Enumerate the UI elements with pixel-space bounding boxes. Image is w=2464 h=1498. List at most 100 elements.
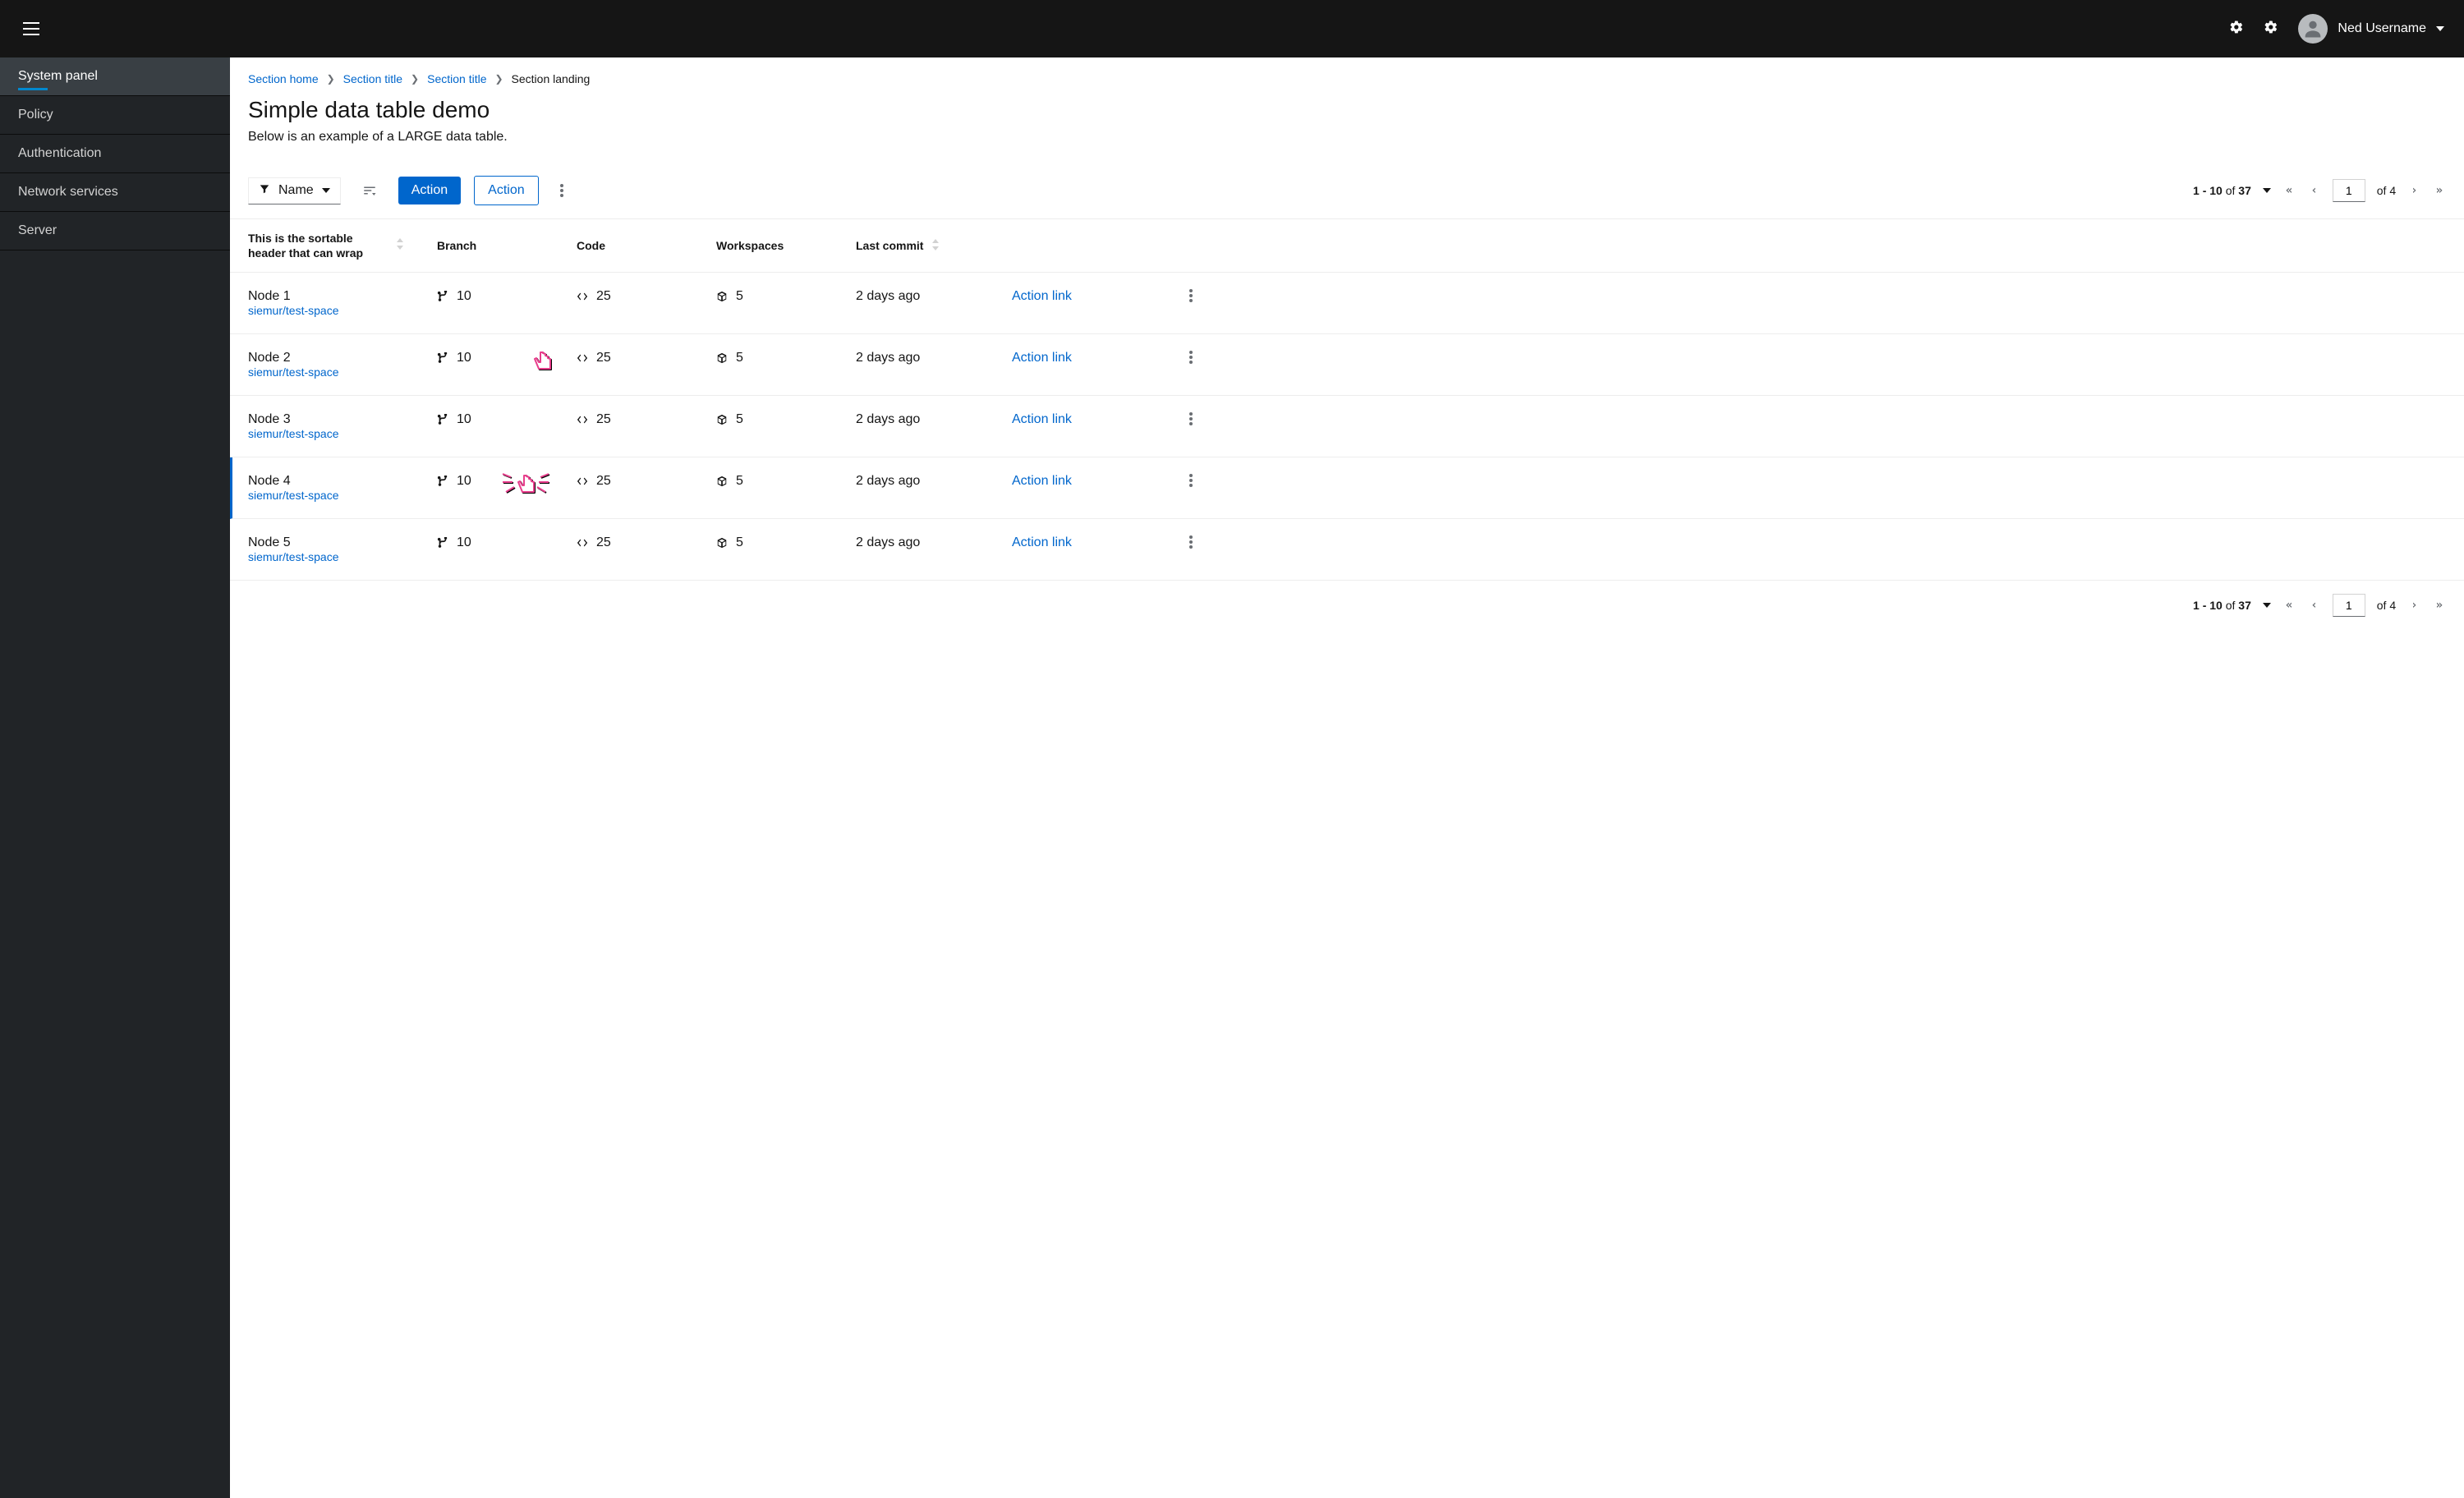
next-page-button[interactable]: › [2407, 597, 2420, 613]
caret-down-icon [322, 188, 330, 193]
sidebar-item-server[interactable]: Server [0, 212, 230, 250]
page-number-input[interactable] [2333, 594, 2365, 617]
breadcrumb-current: Section landing [512, 72, 591, 85]
cube-icon [716, 352, 728, 364]
column-header-workspaces[interactable]: Workspaces [716, 239, 856, 252]
column-header-code[interactable]: Code [577, 239, 716, 252]
pagination-range: 1 - 10 of 37 [2193, 184, 2251, 197]
page-title: Simple data table demo [248, 97, 2446, 123]
branch-cell: 10 [437, 412, 577, 427]
table-header-row: This is the sortable header that can wra… [230, 219, 2464, 273]
pagination-range: 1 - 10 of 37 [2193, 599, 2251, 612]
code-cell: 25 [577, 289, 716, 304]
table-row[interactable]: Node 1 siemur/test-space 10 25 5 2 days … [230, 273, 2464, 334]
table-row[interactable]: Node 5 siemur/test-space 10 25 5 2 days … [230, 519, 2464, 581]
filter-dropdown[interactable]: Name [248, 177, 341, 204]
code-cell: 25 [577, 474, 716, 489]
row-overflow-menu[interactable] [1152, 535, 1193, 549]
last-commit-cell: 2 days ago [856, 412, 1012, 427]
row-action-link[interactable]: Action link [1012, 412, 1072, 427]
avatar-icon [2298, 14, 2328, 44]
last-page-button[interactable]: » [2433, 597, 2446, 613]
node-repo-link[interactable]: siemur/test-space [248, 304, 437, 317]
settings-icon-2[interactable] [2264, 20, 2278, 39]
node-repo-link[interactable]: siemur/test-space [248, 489, 437, 502]
row-overflow-menu[interactable] [1152, 474, 1193, 487]
table-row[interactable]: Node 2 siemur/test-space 10 25 5 2 days … [230, 334, 2464, 396]
last-commit-cell: 2 days ago [856, 535, 1012, 550]
workspaces-cell: 5 [716, 474, 856, 489]
column-header-branch[interactable]: Branch [437, 239, 577, 252]
items-per-page-dropdown[interactable] [2263, 188, 2271, 193]
page-total-label: of 4 [2377, 184, 2396, 197]
branch-icon [437, 537, 448, 549]
last-commit-cell: 2 days ago [856, 289, 1012, 304]
workspaces-cell: 5 [716, 535, 856, 550]
next-page-button[interactable]: › [2407, 182, 2420, 199]
row-action-link[interactable]: Action link [1012, 351, 1072, 365]
node-name: Node 5 [248, 535, 437, 550]
code-icon [577, 291, 588, 302]
sidebar-item-policy[interactable]: Policy [0, 96, 230, 135]
node-repo-link[interactable]: siemur/test-space [248, 427, 437, 440]
sidebar: System panel Policy Authentication Netwo… [0, 57, 230, 1498]
node-repo-link[interactable]: siemur/test-space [248, 365, 437, 379]
settings-icon-1[interactable] [2229, 20, 2244, 39]
node-repo-link[interactable]: siemur/test-space [248, 550, 437, 563]
prev-page-button[interactable]: ‹ [2307, 182, 2320, 199]
branch-icon [437, 414, 448, 425]
row-overflow-menu[interactable] [1152, 351, 1193, 364]
sort-indicator-icon [931, 239, 940, 253]
code-icon [577, 352, 588, 364]
breadcrumb-link[interactable]: Section title [427, 72, 486, 85]
secondary-action-button[interactable]: Action [474, 176, 538, 205]
sort-indicator-icon [396, 238, 404, 253]
sidebar-item-authentication[interactable]: Authentication [0, 135, 230, 173]
page-description: Below is an example of a LARGE data tabl… [248, 130, 2446, 145]
branch-icon [437, 352, 448, 364]
column-header-last-commit[interactable]: Last commit [856, 239, 1012, 253]
sidebar-item-network-services[interactable]: Network services [0, 173, 230, 212]
first-page-button[interactable]: « [2282, 182, 2296, 199]
row-overflow-menu[interactable] [1152, 289, 1193, 302]
cube-icon [716, 414, 728, 425]
row-overflow-menu[interactable] [1152, 412, 1193, 425]
cube-icon [716, 537, 728, 549]
nav-toggle-button[interactable] [16, 16, 36, 42]
prev-page-button[interactable]: ‹ [2307, 597, 2320, 613]
last-page-button[interactable]: » [2433, 182, 2446, 199]
username-label: Ned Username [2338, 21, 2426, 36]
branch-cell: 10 [437, 535, 577, 550]
page-number-input[interactable] [2333, 179, 2365, 202]
cube-icon [716, 476, 728, 487]
filter-label: Name [278, 183, 314, 198]
user-menu[interactable]: Ned Username [2298, 14, 2451, 44]
breadcrumb-link[interactable]: Section home [248, 72, 319, 85]
items-per-page-dropdown[interactable] [2263, 603, 2271, 608]
row-action-link[interactable]: Action link [1012, 289, 1072, 304]
code-cell: 25 [577, 412, 716, 427]
bottom-pagination: 1 - 10 of 37 « ‹ of 4 › » [2193, 594, 2446, 617]
page-total-label: of 4 [2377, 599, 2396, 612]
row-action-link[interactable]: Action link [1012, 474, 1072, 489]
row-action-link[interactable]: Action link [1012, 535, 1072, 550]
branch-icon [437, 476, 448, 487]
table-row[interactable]: Node 4 siemur/test-space 10 25 5 2 days … [230, 457, 2464, 519]
overflow-menu-button[interactable] [552, 179, 572, 202]
table-row[interactable]: Node 3 siemur/test-space 10 25 5 2 days … [230, 396, 2464, 457]
breadcrumb-link[interactable]: Section title [343, 72, 402, 85]
chevron-right-icon: ❯ [327, 73, 335, 85]
primary-action-button[interactable]: Action [398, 177, 461, 204]
branch-icon [437, 291, 448, 302]
code-icon [577, 414, 588, 425]
node-name: Node 3 [248, 412, 437, 427]
code-icon [577, 476, 588, 487]
first-page-button[interactable]: « [2282, 597, 2296, 613]
column-header-name[interactable]: This is the sortable header that can wra… [248, 231, 404, 260]
filter-icon [259, 183, 270, 199]
code-cell: 25 [577, 351, 716, 365]
node-name: Node 1 [248, 289, 437, 304]
sort-button[interactable] [354, 178, 385, 203]
sidebar-item-system-panel[interactable]: System panel [0, 57, 230, 96]
branch-cell: 10 [437, 289, 577, 304]
